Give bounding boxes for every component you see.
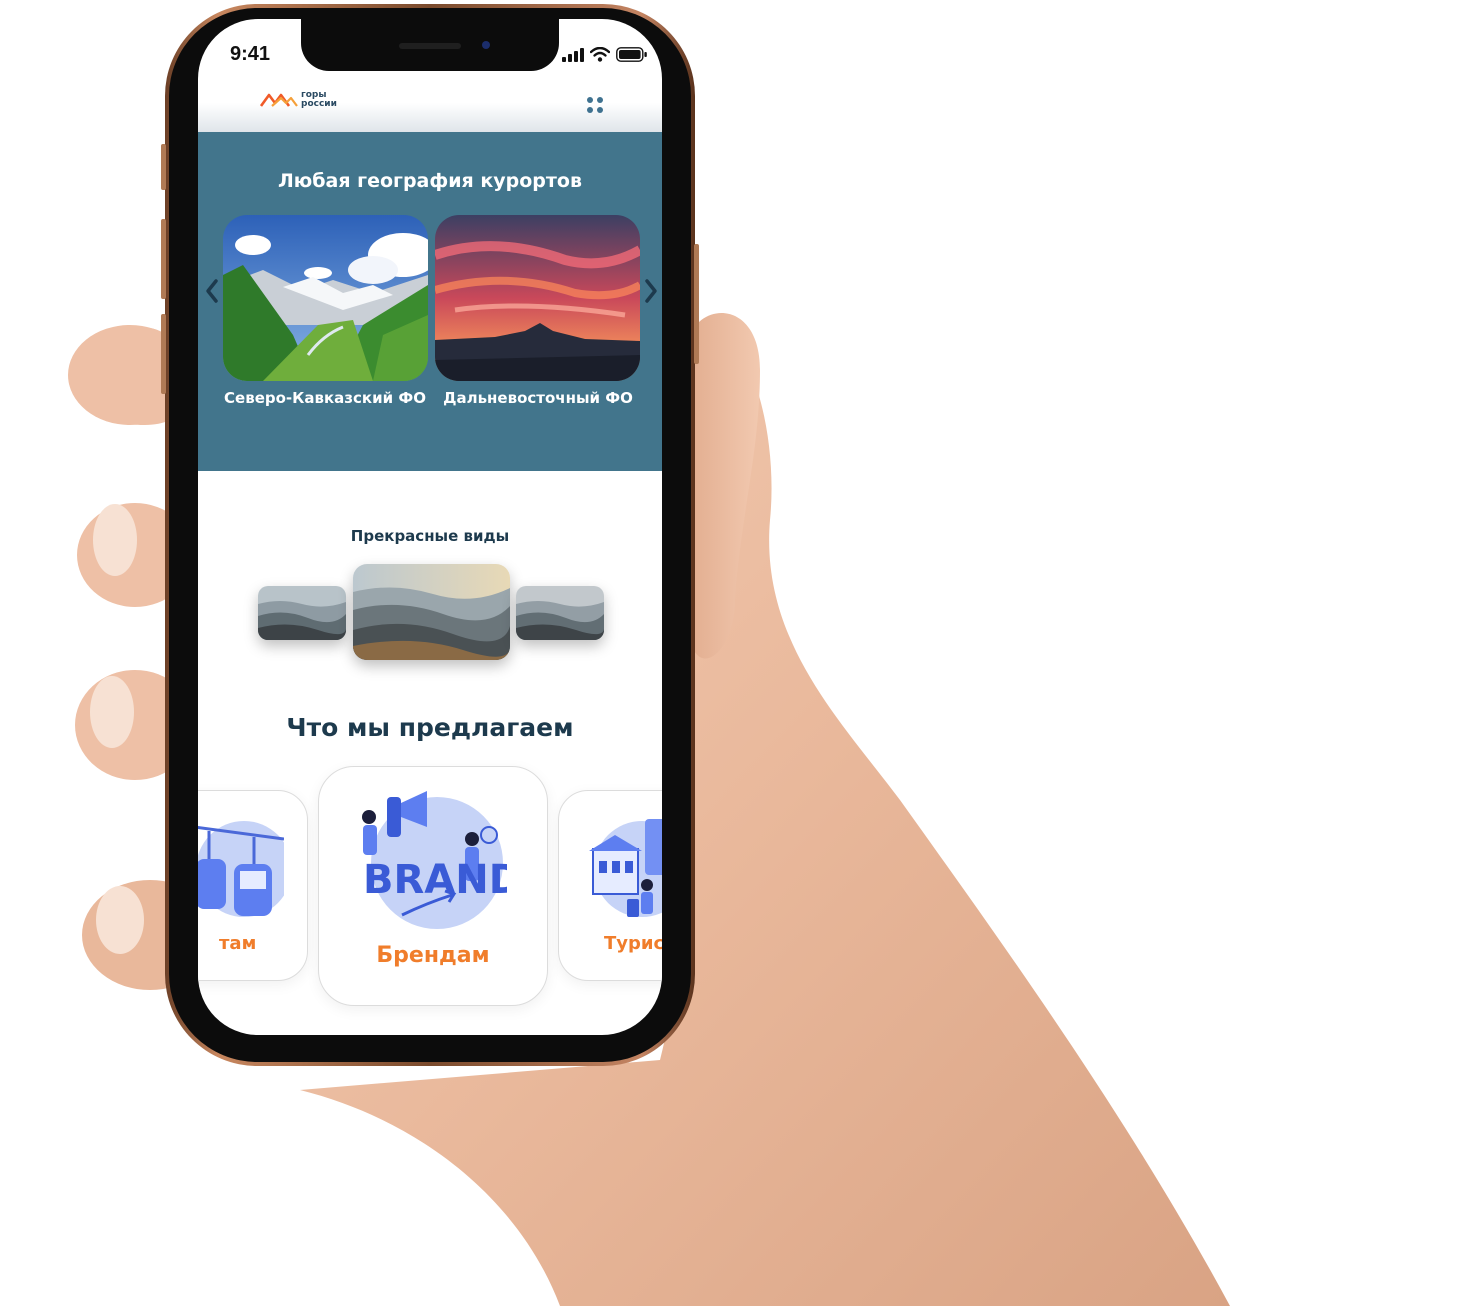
status-time: 9:41 xyxy=(230,43,271,65)
brand-illustration-text: BRAND xyxy=(363,857,507,903)
wifi-icon xyxy=(590,47,610,62)
mountains-logo-icon xyxy=(260,93,298,107)
offer-card-left[interactable]: там xyxy=(198,790,308,981)
view-thumbnail-left[interactable] xyxy=(258,586,346,640)
region-card-far-east[interactable] xyxy=(435,215,640,381)
signal-icon xyxy=(562,47,584,62)
menu-grid-icon[interactable] xyxy=(585,95,605,115)
carousel-prev-arrow-icon[interactable] xyxy=(203,277,221,305)
offer-label-left: там xyxy=(219,933,257,954)
phone-volume-up xyxy=(161,219,166,299)
offer-label-brands: Брендам xyxy=(376,943,490,968)
geography-title: Любая география курортов xyxy=(278,170,582,192)
mountain-range-photo xyxy=(258,586,346,640)
valley-photo xyxy=(223,215,428,381)
region-card-north-caucasus[interactable] xyxy=(223,215,428,381)
view-thumbnail-center[interactable] xyxy=(353,564,510,660)
offer-card-brands[interactable]: BRAND Брендам xyxy=(318,766,548,1006)
offers-title: Что мы предлагаем xyxy=(286,713,574,742)
tourism-illustration-icon xyxy=(589,819,662,917)
carousel-next-arrow-icon[interactable] xyxy=(642,277,660,305)
logo-text-bottom: россии xyxy=(301,99,337,109)
mountain-range-photo xyxy=(353,564,510,660)
phone-power-button xyxy=(694,244,699,364)
app-header: горы россии xyxy=(198,79,662,132)
region-label-north-caucasus: Северо-Кавказский ФО xyxy=(224,389,426,407)
phone-volume-down xyxy=(161,314,166,394)
volcano-photo xyxy=(435,215,640,381)
geography-section: Любая география курортов Северо-Кавказск… xyxy=(198,132,662,471)
phone-screen: 9:41 горы россии Любая география курорто… xyxy=(198,19,662,1035)
phone-mute-switch xyxy=(161,144,166,190)
region-label-far-east: Дальневосточный ФО xyxy=(443,389,633,407)
offer-label-right: Турис xyxy=(604,933,662,954)
views-title: Прекрасные виды xyxy=(350,527,510,545)
mountain-range-photo xyxy=(516,586,604,640)
status-bar: 9:41 xyxy=(198,19,662,79)
phone-frame: 9:41 горы россии Любая география курорто… xyxy=(161,4,699,1066)
logo[interactable]: горы россии xyxy=(260,91,337,109)
offer-card-right[interactable]: Турис xyxy=(558,790,662,981)
view-thumbnail-right[interactable] xyxy=(516,586,604,640)
brand-illustration-icon: BRAND xyxy=(362,791,507,929)
battery-icon xyxy=(616,47,647,62)
cable-car-illustration-icon xyxy=(198,821,284,917)
